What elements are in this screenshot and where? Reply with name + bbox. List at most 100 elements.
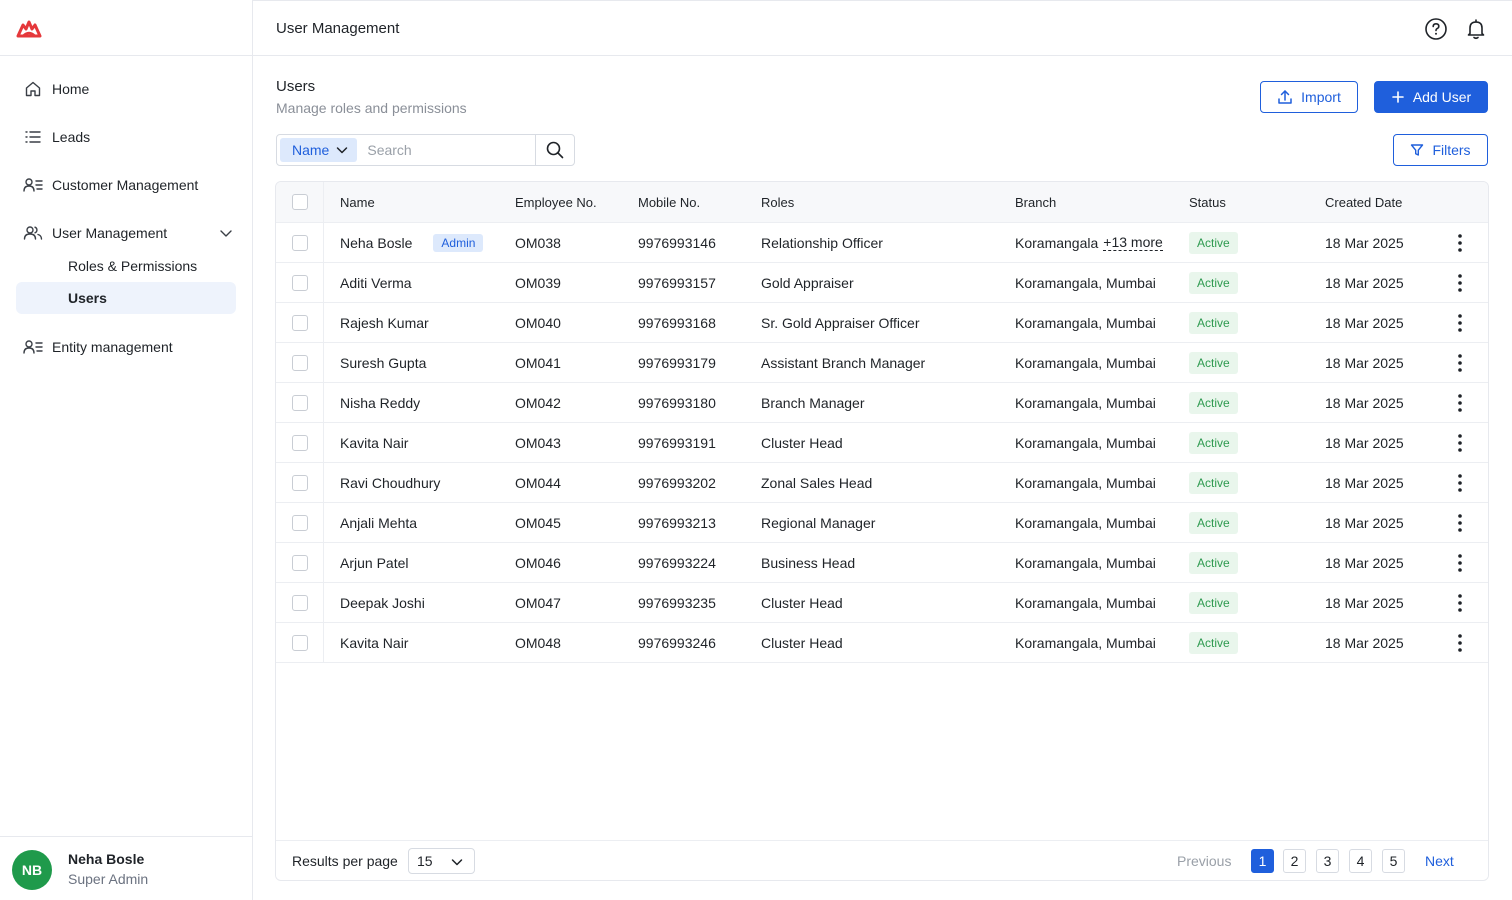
sidebar-item-home[interactable]: Home xyxy=(16,72,236,106)
more-options-icon[interactable] xyxy=(1450,593,1470,613)
row-actions-cell xyxy=(1450,503,1470,542)
user-name[interactable]: Rajesh Kumar xyxy=(340,315,429,331)
sidebar-item-roles-permissions[interactable]: Roles & Permissions xyxy=(16,250,236,282)
branch-cell: Koramangala, Mumbai xyxy=(1015,263,1156,302)
avatar[interactable]: NB xyxy=(12,850,52,890)
column-header-created-date[interactable]: Created Date xyxy=(1325,182,1402,222)
user-name[interactable]: Neha Bosle xyxy=(340,235,412,251)
results-per-page-select[interactable]: 15 xyxy=(408,848,475,874)
page-title: User Management xyxy=(276,20,400,37)
row-checkbox[interactable] xyxy=(292,274,308,291)
column-header-roles[interactable]: Roles xyxy=(761,182,794,222)
table-row[interactable]: Aditi Verma OM039 9976993157 Gold Appraiser… xyxy=(276,263,1488,303)
status-cell: Active xyxy=(1189,583,1238,622)
sidebar-item-user-management[interactable]: User Management xyxy=(16,216,236,250)
row-checkbox[interactable] xyxy=(292,514,308,531)
user-name[interactable]: Nisha Reddy xyxy=(340,395,420,411)
table-row[interactable]: Anjali Mehta OM045 9976993213 Regional Mana… xyxy=(276,503,1488,543)
column-header-branch[interactable]: Branch xyxy=(1015,182,1056,222)
sidebar-item-entity-management[interactable]: Entity management xyxy=(16,330,236,364)
user-name-cell: Aditi Verma xyxy=(340,263,412,302)
row-actions-cell xyxy=(1450,623,1470,662)
row-checkbox[interactable] xyxy=(292,314,308,331)
table-row[interactable]: Rajesh Kumar OM040 9976993168 Sr. Gold Appr… xyxy=(276,303,1488,343)
help-icon[interactable] xyxy=(1424,17,1448,41)
more-options-icon[interactable] xyxy=(1450,633,1470,653)
row-checkbox[interactable] xyxy=(292,554,308,571)
search-button[interactable] xyxy=(535,135,574,165)
user-name[interactable]: Kavita Nair xyxy=(340,635,408,651)
row-actions-cell xyxy=(1450,423,1470,462)
branch-more-link[interactable]: +13 more xyxy=(1103,234,1163,251)
row-checkbox[interactable] xyxy=(292,594,308,611)
column-header-employee-no[interactable]: Employee No. xyxy=(515,182,597,222)
employee-no: OM041 xyxy=(515,354,561,371)
mobile-no: 9976993168 xyxy=(638,314,716,331)
select-all-checkbox[interactable] xyxy=(292,194,308,210)
table-row[interactable]: Arjun Patel OM046 9976993224 Business Head K… xyxy=(276,543,1488,583)
more-options-icon[interactable] xyxy=(1450,233,1470,253)
add-user-button[interactable]: Add User xyxy=(1374,81,1488,113)
row-checkbox[interactable] xyxy=(292,634,308,651)
pagination-next[interactable]: Next xyxy=(1425,853,1454,869)
column-header-status[interactable]: Status xyxy=(1189,182,1226,222)
status-cell: Active xyxy=(1189,503,1238,542)
chevron-down-icon[interactable] xyxy=(218,225,234,241)
more-options-icon[interactable] xyxy=(1450,553,1470,573)
more-options-icon[interactable] xyxy=(1450,273,1470,293)
pagination-page-5[interactable]: 5 xyxy=(1382,849,1405,873)
user-name-cell: Suresh Gupta xyxy=(340,343,426,382)
row-checkbox[interactable] xyxy=(292,474,308,491)
user-name[interactable]: Arjun Patel xyxy=(340,555,408,571)
sidebar-item-label: Entity management xyxy=(52,339,173,355)
more-options-icon[interactable] xyxy=(1450,513,1470,533)
import-button[interactable]: Import xyxy=(1260,81,1358,113)
table-row[interactable]: Nisha Reddy OM042 9976993180 Branch Manager… xyxy=(276,383,1488,423)
row-actions-cell xyxy=(1450,263,1470,302)
user-name[interactable]: Ravi Choudhury xyxy=(340,475,440,491)
row-checkbox[interactable] xyxy=(292,234,308,251)
column-header-name[interactable]: Name xyxy=(340,182,375,222)
pagination-page-2[interactable]: 2 xyxy=(1283,849,1306,873)
role: Regional Manager xyxy=(761,514,876,531)
row-checkbox[interactable] xyxy=(292,354,308,371)
sidebar-item-customer-management[interactable]: Customer Management xyxy=(16,168,236,202)
table-row[interactable]: Neha Bosle Admin OM038 9976993146 Relationsh… xyxy=(276,223,1488,263)
user-name[interactable]: Aditi Verma xyxy=(340,275,412,291)
user-profile[interactable]: NB Neha Bosle Super Admin xyxy=(0,836,252,900)
mobile-no: 9976993191 xyxy=(638,434,716,451)
pagination-page-3[interactable]: 3 xyxy=(1316,849,1339,873)
row-checkbox-cell xyxy=(292,263,308,302)
search-field-select[interactable]: Name xyxy=(280,138,358,162)
more-options-icon[interactable] xyxy=(1450,353,1470,373)
user-name[interactable]: Anjali Mehta xyxy=(340,515,417,531)
more-options-icon[interactable] xyxy=(1450,393,1470,413)
user-name[interactable]: Deepak Joshi xyxy=(340,595,425,611)
row-checkbox[interactable] xyxy=(292,394,308,411)
sidebar-item-users[interactable]: Users xyxy=(16,282,236,314)
more-options-icon[interactable] xyxy=(1450,433,1470,453)
employee-no: OM039 xyxy=(515,274,561,291)
table-row[interactable]: Suresh Gupta OM041 9976993179 Assistant Bra… xyxy=(276,343,1488,383)
pagination-page-4[interactable]: 4 xyxy=(1349,849,1372,873)
table-row[interactable]: Deepak Joshi OM047 9976993235 Cluster Head K… xyxy=(276,583,1488,623)
row-checkbox-cell xyxy=(292,503,308,542)
sidebar-item-leads[interactable]: Leads xyxy=(16,120,236,154)
table-row[interactable]: Ravi Choudhury OM044 9976993202 Zonal Sales… xyxy=(276,463,1488,503)
filters-button[interactable]: Filters xyxy=(1393,134,1488,166)
table-row[interactable]: Kavita Nair OM048 9976993246 Cluster Head Ko… xyxy=(276,623,1488,663)
bell-icon[interactable] xyxy=(1464,17,1488,41)
row-checkbox[interactable] xyxy=(292,434,308,451)
more-options-icon[interactable] xyxy=(1450,473,1470,493)
branch-cell: Koramangala, Mumbai xyxy=(1015,623,1156,662)
table-row[interactable]: Kavita Nair OM043 9976993191 Cluster Head Ko… xyxy=(276,423,1488,463)
brand-logo-icon[interactable] xyxy=(16,16,42,42)
pagination-previous[interactable]: Previous xyxy=(1177,853,1231,869)
more-options-icon[interactable] xyxy=(1450,313,1470,333)
user-name[interactable]: Suresh Gupta xyxy=(340,355,426,371)
user-name[interactable]: Kavita Nair xyxy=(340,435,408,451)
column-header-mobile-no[interactable]: Mobile No. xyxy=(638,182,700,222)
search-input[interactable] xyxy=(367,136,518,164)
users-list-icon xyxy=(23,175,43,195)
pagination-page-1[interactable]: 1 xyxy=(1251,849,1274,873)
